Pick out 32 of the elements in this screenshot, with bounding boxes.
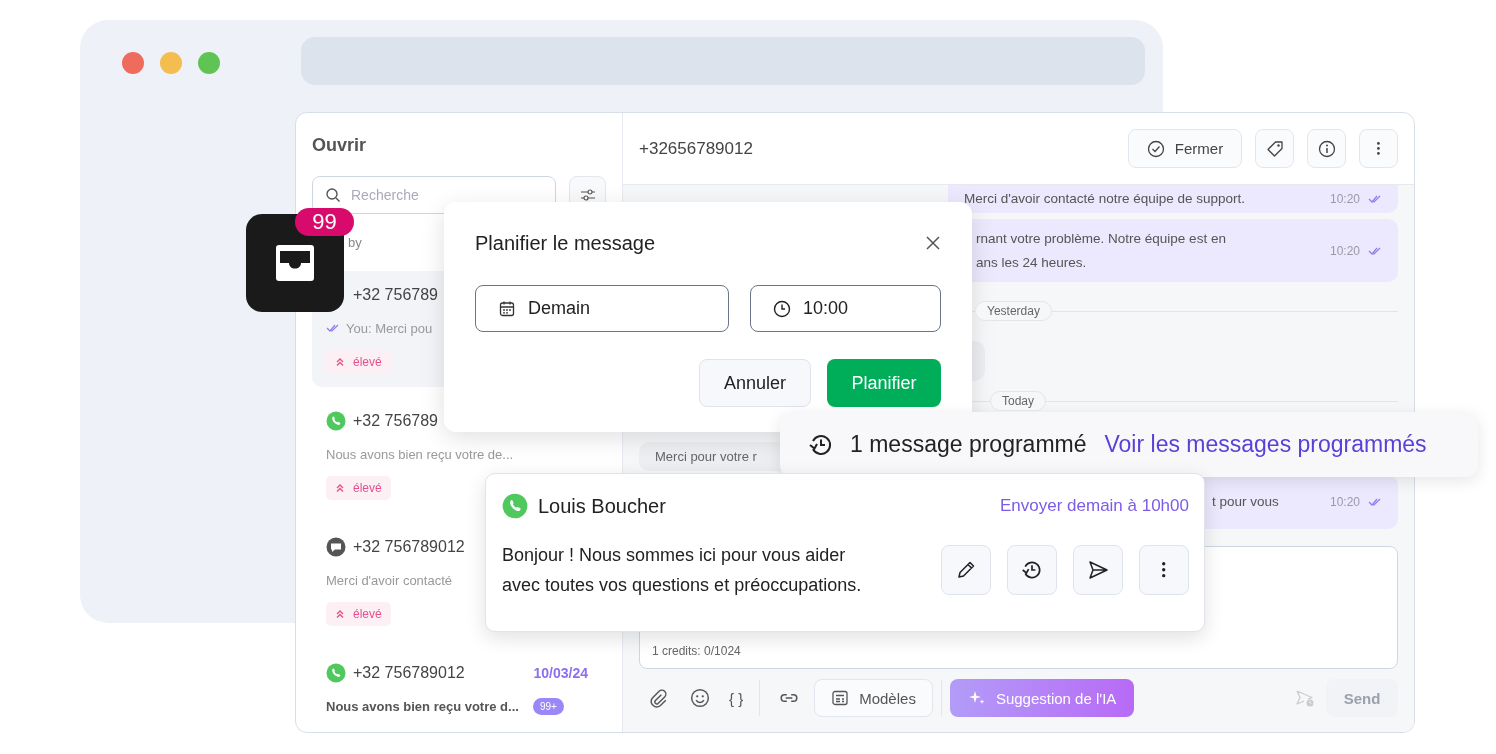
- notification-badge: 99: [295, 208, 354, 236]
- message-time: 10:20: [1329, 495, 1360, 509]
- message-text: Bonjour ! Nous sommes ici pour vous aider avec toutes vos questions et préoccupations.: [502, 544, 862, 597]
- message-text: rnant votre problème. Notre équipe est en ans les 24 heures.: [976, 229, 1226, 272]
- priority-tag: élevé: [326, 602, 391, 626]
- message-text: Merci pour votre r: [655, 447, 757, 466]
- priority-tag: élevé: [326, 476, 391, 500]
- message-preview: You: Merci pou: [346, 320, 433, 336]
- priority-tag: élevé: [326, 350, 391, 374]
- credit-counter: 1 credits: 0/1024: [652, 644, 741, 658]
- conversation-date: 10/03/24: [533, 665, 589, 681]
- contact-phone: +32 756789012: [353, 538, 465, 556]
- message-text: Merci d'avoir contacté notre équipe de support.: [964, 190, 1245, 208]
- message-time: 10:20: [1329, 192, 1360, 206]
- message-preview: Merci d'avoir contacté: [326, 572, 453, 588]
- dialog-title: Planifier le message: [475, 231, 656, 255]
- contact-phone: +32 756789012: [353, 664, 465, 682]
- message-preview: Nous avons bien reçu votre de...: [326, 446, 514, 462]
- message-text: t pour vous: [1212, 493, 1279, 511]
- scheduled-count: 1 message programmé: [850, 431, 1087, 458]
- date-chip: Today: [990, 391, 1047, 411]
- date-chip: Yesterday: [975, 301, 1052, 321]
- unread-count: 99+: [532, 697, 564, 715]
- message-time: 10:20: [1329, 243, 1360, 258]
- sort-label: by: [348, 235, 362, 250]
- contact-phone: +32656789012: [639, 138, 753, 159]
- message-preview: Nous avons bien reçu votre d...: [326, 698, 519, 714]
- send-time: Envoyer demain à 10h00: [999, 496, 1189, 516]
- contact-phone: +32 756789: [353, 412, 438, 430]
- contact-name: Louis Boucher: [538, 494, 666, 518]
- contact-phone: +32 756789: [353, 286, 438, 304]
- sidebar-title: Ouvrir: [312, 134, 368, 157]
